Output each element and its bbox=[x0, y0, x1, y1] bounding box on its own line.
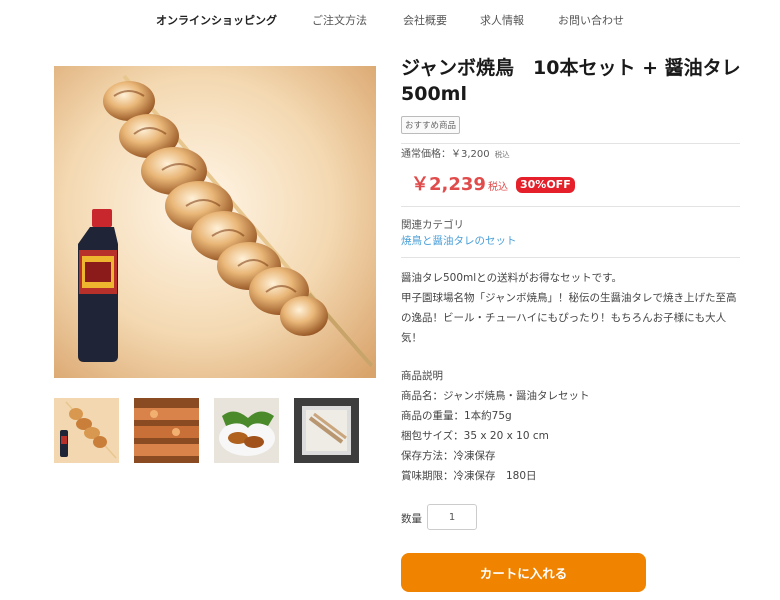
divider bbox=[401, 143, 740, 144]
product-title: ジャンボ焼鳥 10本セット + 醤油タレ500ml bbox=[401, 57, 741, 105]
sale-price: ￥2,239 bbox=[411, 174, 486, 195]
category-label: 関連カテゴリ bbox=[401, 219, 464, 231]
nav-item-recruit[interactable]: 求人情報 bbox=[480, 12, 524, 28]
thumbnail-3[interactable] bbox=[214, 398, 279, 463]
quantity-label: 数量 bbox=[401, 513, 422, 525]
regular-price-tax: 税込 bbox=[494, 150, 510, 159]
regular-price-text: 通常価格：￥3,200 bbox=[401, 149, 490, 160]
add-to-cart-button[interactable]: カートに入れる bbox=[401, 553, 646, 592]
nav-item-company[interactable]: 会社概要 bbox=[403, 12, 447, 28]
quantity-input[interactable] bbox=[427, 504, 477, 530]
divider bbox=[401, 206, 740, 207]
description-line: 甲子園球場名物「ジャンボ焼鳥」！秘伝の生醤油タレで焼き上げた至高の逸品！ビール・… bbox=[401, 292, 737, 344]
nav-item-contact[interactable]: お問い合わせ bbox=[558, 12, 624, 28]
thumbnail-4[interactable] bbox=[294, 398, 359, 463]
category-link[interactable]: 焼鳥と醤油タレのセット bbox=[401, 233, 517, 248]
thumbnail-1[interactable] bbox=[54, 398, 119, 463]
sale-price-tax: 税込 bbox=[488, 182, 508, 193]
spec-item: 保存方法：冷凍保存 bbox=[401, 450, 496, 462]
spec-item: 商品名：ジャンボ焼鳥・醤油タレセット bbox=[401, 390, 590, 402]
nav-item-how-to-order[interactable]: ご注文方法 bbox=[312, 12, 367, 28]
spec-item: 商品の重量：1本約75g bbox=[401, 410, 512, 422]
nav-item-online-shopping[interactable]: オンラインショッピング bbox=[156, 12, 277, 28]
description-line: 醤油タレ500mlとの送料がお得なセットです。 bbox=[401, 272, 623, 284]
regular-price: 通常価格：￥3,200 税込 bbox=[401, 145, 510, 160]
product-main-image bbox=[54, 66, 376, 378]
discount-badge: 30%OFF bbox=[516, 177, 575, 193]
spec-item: 賞味期限：冷凍保存 180日 bbox=[401, 470, 537, 482]
spec-item: 梱包サイズ：35 x 20 x 10 cm bbox=[401, 430, 549, 442]
spec-heading: 商品説明 bbox=[401, 370, 443, 382]
top-navigation: オンラインショッピング ご注文方法 会社概要 求人情報 お問い合わせ bbox=[0, 0, 780, 40]
recommended-badge: おすすめ商品 bbox=[401, 116, 461, 134]
product-description: 醤油タレ500mlとの送料がお得なセットです。 甲子園球場名物「ジャンボ焼鳥」！… bbox=[401, 268, 743, 348]
divider bbox=[401, 257, 740, 258]
thumbnail-2[interactable] bbox=[134, 398, 199, 463]
